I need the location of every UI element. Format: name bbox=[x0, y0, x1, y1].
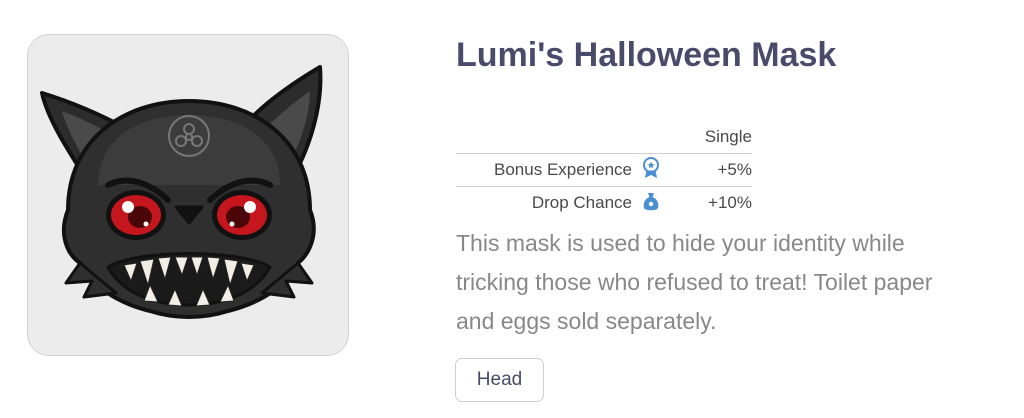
stat-label: Bonus Experience bbox=[456, 153, 640, 187]
loot-bag-icon bbox=[643, 192, 659, 210]
left-eye bbox=[106, 190, 166, 240]
stats-table: Single Bonus Experience +5% Drop Chance bbox=[456, 121, 752, 219]
slot-tag-button[interactable]: Head bbox=[455, 358, 544, 402]
item-title: Lumi's Halloween Mask bbox=[456, 36, 837, 74]
stat-row-bonus-experience: Bonus Experience +5% bbox=[456, 153, 752, 187]
item-image-card bbox=[27, 34, 349, 356]
stat-row-drop-chance: Drop Chance +10% bbox=[456, 186, 752, 219]
cat-mask-image bbox=[40, 65, 323, 319]
stat-value: +5% bbox=[662, 153, 752, 187]
stat-label: Drop Chance bbox=[456, 186, 640, 219]
stats-column-header: Single bbox=[704, 127, 752, 146]
experience-badge-icon bbox=[643, 156, 659, 178]
stat-value: +10% bbox=[662, 186, 752, 219]
item-description: This mask is used to hide your identity … bbox=[456, 230, 933, 334]
right-eye bbox=[212, 190, 272, 240]
stats-header-row: Single bbox=[456, 121, 752, 154]
item-detail-page: Lumi's Halloween Mask Single Bonus Exper… bbox=[0, 0, 1024, 418]
